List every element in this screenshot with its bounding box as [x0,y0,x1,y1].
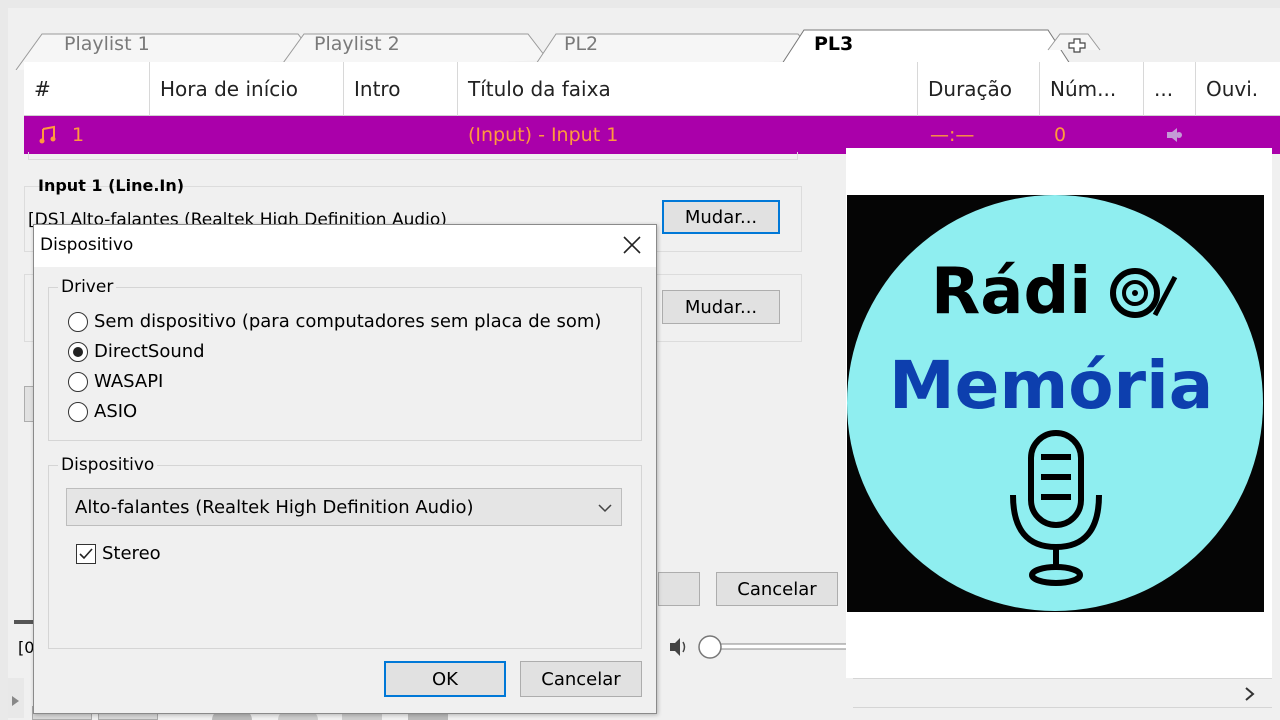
row-number: 1 [72,124,85,146]
col-label: Núm... [1050,77,1117,101]
col-label: ... [1154,77,1174,101]
stereo-checkbox[interactable]: Stereo [76,543,161,564]
radio-circle [68,311,88,332]
volume-slider[interactable] [668,632,862,662]
mudar-button-2[interactable]: Mudar... [662,290,780,324]
button-label: Cancelar [541,668,621,690]
radio-wasapi[interactable]: WASAPI [68,371,163,392]
ok-button[interactable]: OK [384,661,506,697]
music-note-icon [38,116,58,154]
tab-label: PL2 [564,33,599,55]
tab-label: Playlist 2 [314,33,400,55]
col-start-time[interactable]: Hora de início [150,62,344,116]
radio-logo: Rádi Memória [847,195,1264,612]
radio-label: Sem dispositivo (para computadores sem p… [94,311,602,332]
radio-directsound[interactable]: DirectSound [68,341,205,362]
radio-no-device[interactable]: Sem dispositivo (para computadores sem p… [68,311,601,332]
radio-circle [68,341,88,362]
plus-icon [1068,38,1086,53]
col-duration[interactable]: Duração [918,62,1040,116]
radio-circle [68,401,88,422]
close-button[interactable] [618,233,646,259]
radio-circle [68,371,88,392]
logo-line1: Rádi [931,255,1091,329]
col-count[interactable]: Núm... [1040,62,1144,116]
col-title[interactable]: Título da faixa [458,62,918,116]
col-listened[interactable]: Ouvi. [1196,62,1280,116]
driver-legend: Driver [58,277,117,297]
tab-label: PL3 [814,33,854,55]
button-label: Cancelar [737,578,817,600]
dialog-title: Dispositivo [40,235,134,255]
tab-playlist-2[interactable]: Playlist 2 [268,28,528,60]
radio-label: DirectSound [94,341,205,362]
logo-line2: Memória [889,347,1213,424]
col-label: Intro [354,77,401,101]
tab-pl2[interactable]: PL2 [518,28,778,60]
col-label: # [34,77,51,101]
tab-label: Playlist 1 [64,33,150,55]
col-intro[interactable]: Intro [344,62,458,116]
col-label: Hora de início [160,77,299,101]
device-legend: Dispositivo [58,455,158,475]
button-label: Mudar... [684,296,758,318]
device-dialog: Dispositivo Driver Sem dispositivo (para… [33,224,657,714]
col-label: Ouvi. [1206,77,1259,101]
add-tab-button[interactable] [1060,36,1096,53]
checkmark-icon [79,547,93,559]
checkbox-label: Stereo [102,543,161,564]
cancel-button[interactable]: Cancelar [716,572,838,606]
col-label: Título da faixa [468,77,611,101]
apply-button[interactable] [658,572,700,606]
col-label: Duração [928,77,1013,101]
play-strip[interactable] [8,678,24,718]
radio-asio[interactable]: ASIO [68,401,137,422]
button-label: OK [432,668,458,690]
play-icon [12,696,19,706]
dialog-cancel-button[interactable]: Cancelar [520,661,642,697]
playlist-header: # Hora de início Intro Título da faixa D… [24,62,1280,116]
button-label: Mudar... [684,206,758,228]
chevron-right-icon[interactable] [1245,687,1255,701]
scroll-bar-bottom[interactable] [853,678,1272,708]
device-select[interactable]: Alto-falantes (Realtek High Definition A… [66,488,622,526]
close-icon [623,236,641,254]
col-more[interactable]: ... [1144,62,1196,116]
col-number[interactable]: # [24,62,150,116]
device-select-value: Alto-falantes (Realtek High Definition A… [75,496,474,518]
tab-pl3[interactable]: PL3 [768,26,1048,62]
slider-thumb[interactable] [698,635,722,659]
group-divider [28,152,798,160]
dialog-titlebar: Dispositivo [34,225,656,267]
input-title: Input 1 (Line.In) [38,176,185,195]
row-title: (Input) - Input 1 [468,124,619,146]
tab-playlist-1[interactable]: Playlist 1 [18,28,278,60]
mudar-button-1[interactable]: Mudar... [662,200,780,234]
radio-label: ASIO [94,401,138,422]
volume-icon [670,638,686,656]
checkbox-box [76,543,96,564]
radio-label: WASAPI [94,371,164,392]
chevron-down-icon [598,504,612,513]
